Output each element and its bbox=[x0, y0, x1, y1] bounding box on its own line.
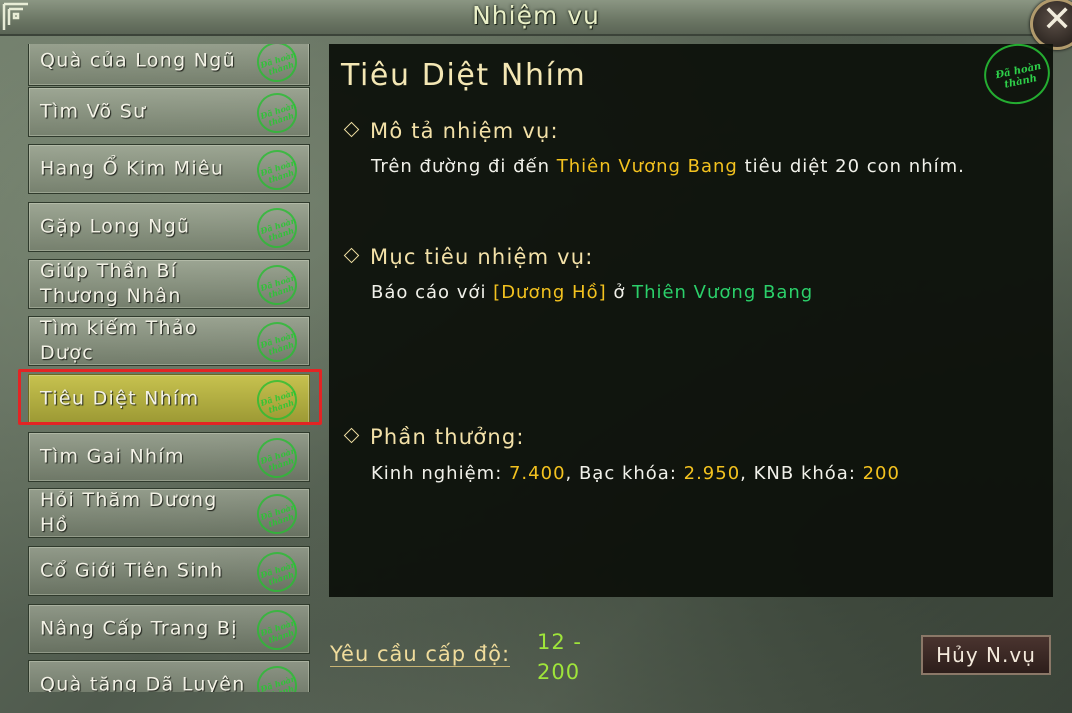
completed-stamp-text: Đã hoàn thành bbox=[259, 672, 298, 692]
quest-list[interactable]: Quà của Long Ngũ Đã hoàn thành Tìm Võ Sư… bbox=[28, 44, 311, 692]
completed-stamp-text: Đã hoàn thành bbox=[259, 558, 298, 587]
quest-item-label: Tìm kiếm Thảo Dược bbox=[40, 317, 198, 364]
location-link[interactable]: Thiên Vương Bang bbox=[557, 156, 738, 177]
quest-item-label: Gặp Long Ngũ bbox=[40, 215, 191, 238]
completed-stamp-text: Đã hoàn thành bbox=[259, 616, 298, 645]
title-bar[interactable]: Nhiệm vụ bbox=[0, 0, 1072, 36]
quest-item-label: Quà của Long Ngũ bbox=[40, 49, 236, 72]
cancel-quest-button[interactable]: Hủy N.vụ bbox=[921, 635, 1051, 675]
completed-stamp-icon: Đã hoàn thành bbox=[251, 259, 303, 311]
objective-text-part: ở bbox=[606, 282, 633, 303]
quest-item[interactable]: Tìm kiếm Thảo Dược Đã hoàn thành bbox=[28, 316, 310, 368]
quest-item[interactable]: Giúp Thần Bí Thương Nhân Đã hoàn thành bbox=[28, 259, 310, 311]
close-button[interactable]: ✕ bbox=[1030, 0, 1072, 50]
quest-item-label: Cổ Giới Tiên Sinh bbox=[40, 559, 224, 582]
reward-silver-label: , Bạc khóa: bbox=[565, 463, 684, 484]
window-title: Nhiệm vụ bbox=[472, 1, 600, 30]
quest-item[interactable]: Tìm Gai Nhím Đã hoàn thành bbox=[28, 432, 310, 484]
level-requirement-label: Yêu cầu cấp độ: bbox=[330, 642, 511, 667]
completed-stamp-text: Đã hoàn thành bbox=[259, 156, 298, 185]
completed-stamp-text: Đã hoàn thành bbox=[259, 500, 298, 529]
reward-exp-value: 7.400 bbox=[508, 463, 566, 484]
completed-stamp-text: Đã hoàn thành bbox=[259, 444, 298, 473]
objective-heading: Mục tiêu nhiệm vụ: bbox=[343, 245, 594, 269]
completed-stamp-icon: Đã hoàn thành bbox=[251, 144, 303, 196]
completed-stamp-icon: Đã hoàn thành bbox=[251, 87, 303, 139]
reward-exp-label: Kinh nghiệm: bbox=[371, 463, 509, 484]
completed-stamp-icon: Đã hoàn thành bbox=[251, 546, 303, 598]
objective-heading-text: Mục tiêu nhiệm vụ: bbox=[370, 245, 594, 269]
selection-highlight-box bbox=[18, 369, 322, 425]
completed-stamp-icon: Đã hoàn thành bbox=[251, 316, 303, 368]
level-requirement-value: 12 - 200 bbox=[537, 630, 582, 684]
completed-stamp-text: Đã hoàn thành bbox=[259, 271, 298, 300]
reward-silver-value: 2.950 bbox=[683, 463, 741, 484]
completed-stamp-text: Đã hoàn thành bbox=[259, 214, 298, 243]
completed-stamp-text: Đã hoàn thành bbox=[259, 48, 298, 77]
quest-item-label: Hang Ổ Kim Miêu bbox=[40, 157, 225, 180]
quest-item-label: Hỏi Thăm Dương Hồ bbox=[40, 489, 218, 536]
completed-stamp-icon: Đã hoàn thành bbox=[251, 660, 303, 692]
quest-item-label: Nâng Cấp Trang Bị bbox=[40, 617, 238, 640]
quest-item[interactable]: Hỏi Thăm Dương Hồ Đã hoàn thành bbox=[28, 488, 310, 540]
quest-title: Tiêu Diệt Nhím bbox=[341, 58, 587, 93]
quest-item[interactable]: Nâng Cấp Trang Bị Đã hoàn thành bbox=[28, 604, 310, 656]
diamond-bullet-icon bbox=[343, 121, 360, 138]
description-heading-text: Mô tả nhiệm vụ: bbox=[370, 119, 559, 143]
quest-item[interactable]: Quà của Long Ngũ Đã hoàn thành bbox=[28, 44, 310, 88]
quest-window: Nhiệm vụ ✕ Quà của Long Ngũ Đã hoàn thàn… bbox=[0, 0, 1072, 713]
reward-knb-label: , KNB khóa: bbox=[740, 463, 863, 484]
description-heading: Mô tả nhiệm vụ: bbox=[343, 119, 559, 143]
close-icon: ✕ bbox=[1042, 0, 1072, 40]
reward-heading-text: Phần thưởng: bbox=[370, 425, 525, 449]
diamond-bullet-icon bbox=[343, 247, 360, 264]
objective-text-part: Báo cáo với bbox=[371, 282, 494, 303]
completed-stamp-icon: Đã hoàn thành bbox=[251, 488, 303, 540]
reward-text: Kinh nghiệm: 7.400, Bạc khóa: 2.950, KNB… bbox=[371, 463, 900, 484]
completed-stamp-text: Đã hoàn thành bbox=[259, 328, 298, 357]
quest-item[interactable]: Tìm Võ Sư Đã hoàn thành bbox=[28, 87, 310, 139]
quest-item-label: Tìm Võ Sư bbox=[40, 100, 147, 123]
quest-item-label: Quà tặng Dã Luyện bbox=[40, 673, 246, 693]
quest-item[interactable]: Quà tặng Dã Luyện Đã hoàn thành bbox=[28, 660, 310, 692]
npc-link[interactable]: [Dương Hồ] bbox=[493, 282, 606, 303]
completed-stamp-icon: Đã hoàn thành bbox=[251, 432, 303, 484]
completed-stamp-text: Đã hoàn thành bbox=[259, 99, 298, 128]
quest-item-label: Tìm Gai Nhím bbox=[40, 445, 185, 468]
diamond-bullet-icon bbox=[343, 427, 360, 444]
quest-item[interactable]: Hang Ổ Kim Miêu Đã hoàn thành bbox=[28, 144, 310, 196]
description-text: Trên đường đi đến Thiên Vương Bang tiêu … bbox=[371, 156, 965, 177]
completed-stamp-icon: Đã hoàn thành bbox=[251, 202, 303, 254]
reward-heading: Phần thưởng: bbox=[343, 425, 525, 449]
completed-stamp-icon: Đã hoàn thành bbox=[251, 44, 303, 88]
objective-text: Báo cáo với [Dương Hồ] ở Thiên Vương Ban… bbox=[371, 282, 813, 303]
quest-item[interactable]: Cổ Giới Tiên Sinh Đã hoàn thành bbox=[28, 546, 310, 598]
location-link[interactable]: Thiên Vương Bang bbox=[632, 282, 813, 303]
quest-item-label: Giúp Thần Bí Thương Nhân bbox=[40, 260, 182, 307]
description-text-part: Trên đường đi đến bbox=[371, 156, 557, 177]
reward-knb-value: 200 bbox=[862, 463, 900, 484]
completed-stamp-icon: Đã hoàn thành bbox=[251, 604, 303, 656]
quest-item[interactable]: Gặp Long Ngũ Đã hoàn thành bbox=[28, 202, 310, 254]
description-text-part: tiêu diệt 20 con nhím. bbox=[737, 156, 965, 177]
